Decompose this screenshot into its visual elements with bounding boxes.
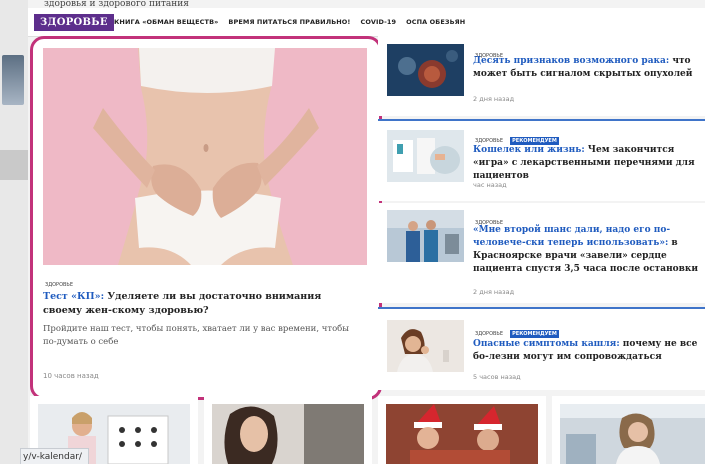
title-highlight[interactable]: Кошелек или жизнь: [473, 145, 585, 155]
section-header: ЗДОРОВЬЕ КНИГА «ОБМАН ВЕЩЕСТВ» ВРЕМЯ ПИТ… [28, 8, 705, 37]
featured-article-lead: Пройдите наш тест, чтобы понять, хватает… [43, 324, 350, 347]
nav-link[interactable]: ОСПА ОБЕЗЬЯН [406, 18, 465, 26]
title-highlight[interactable]: «Мне второй шанс дали, надо его по-челов… [473, 225, 670, 248]
nav-link[interactable]: COVID-19 [361, 18, 397, 26]
page: здоровья и здорового питания ЗДОРОВЬЕ КН… [0, 0, 705, 464]
article-item[interactable]: ЗДОРОВЬЕ РЕКОМЕНДУЕМ Кошелек или жизнь: … [378, 119, 705, 201]
timestamp: 5 часов назад [473, 373, 521, 381]
article-title[interactable]: Кошелек или жизнь: Чем закончится «игра»… [473, 144, 705, 183]
article-card[interactable] [378, 396, 546, 464]
timestamp: 10 часов назад [43, 372, 99, 380]
article-card[interactable] [204, 396, 372, 464]
category-tag[interactable]: ЗДОРОВЬЕ [43, 281, 75, 289]
title-highlight[interactable]: Тест «КП»: [43, 291, 104, 302]
background-block [0, 150, 28, 180]
article-thumbnail[interactable] [387, 130, 464, 182]
title-highlight[interactable]: Опасные симптомы кашля: [473, 339, 620, 349]
section-title-badge[interactable]: ЗДОРОВЬЕ [34, 14, 114, 31]
article-title[interactable]: «Мне второй шанс дали, надо его по-челов… [473, 224, 705, 276]
article-thumbnail[interactable] [387, 320, 464, 372]
background-text: здоровья и здорового питания [44, 0, 189, 8]
timestamp: 2 дня назад [473, 288, 515, 296]
article-item[interactable]: ЗДОРОВЬЕ РЕКОМЕНДУЕМ Опасные симптомы ка… [378, 307, 705, 390]
nav-link[interactable]: КНИГА «ОБМАН ВЕЩЕСТВ» [114, 18, 218, 26]
timestamp: час назад [473, 181, 507, 189]
title-highlight[interactable]: Десять признаков возможного рака: [473, 56, 669, 66]
article-thumbnail[interactable] [387, 210, 464, 262]
category-tag[interactable]: ЗДОРОВЬЕ [473, 330, 505, 338]
article-title[interactable]: Десять признаков возможного рака: что мо… [473, 55, 705, 81]
article-thumbnail[interactable] [387, 44, 464, 96]
article-card[interactable] [552, 396, 705, 464]
featured-article-image[interactable] [43, 48, 367, 265]
article-thumbnail[interactable] [386, 404, 538, 464]
nav-link[interactable]: ВРЕМЯ ПИТАТЬСЯ ПРАВИЛЬНО! [228, 18, 350, 26]
article-thumbnail[interactable] [212, 404, 364, 464]
featured-article-title[interactable]: Тест «КП»: Уделяете ли вы достаточно вни… [43, 290, 363, 318]
timestamp: 2 дня назад [473, 95, 515, 103]
article-title[interactable]: Опасные симптомы кашля: почему не все бо… [473, 338, 705, 364]
article-item[interactable]: ЗДОРОВЬЕ «Мне второй шанс дали, надо его… [378, 203, 705, 303]
section-nav: КНИГА «ОБМАН ВЕЩЕСТВ» ВРЕМЯ ПИТАТЬСЯ ПРА… [114, 18, 465, 26]
status-bar-url: y/v-kalendar/ [20, 448, 89, 464]
featured-article-card[interactable]: ЗДОРОВЬЕ Тест «КП»: Уделяете ли вы доста… [30, 36, 382, 400]
background-thumbnail [2, 55, 24, 105]
recommended-badge[interactable]: РЕКОМЕНДУЕМ [510, 329, 559, 338]
article-item[interactable]: ЗДОРОВЬЕ Десять признаков возможного рак… [378, 36, 705, 116]
article-thumbnail[interactable] [560, 404, 705, 464]
